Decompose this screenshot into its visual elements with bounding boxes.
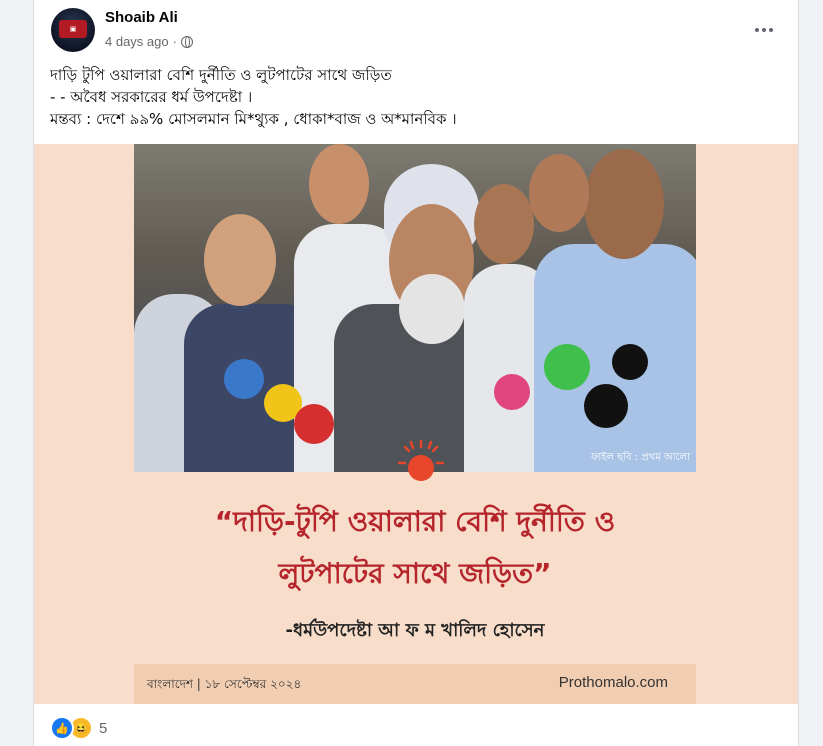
- post-header: ▣ Shoaib Ali 4 days ago ·: [34, 0, 798, 60]
- sun-logo-icon: [397, 439, 445, 481]
- reactions-summary[interactable]: 👍 😆 5: [50, 716, 107, 740]
- like-icon: 👍: [50, 716, 74, 740]
- post-text-line: মন্তব্য : দেশে ৯৯% মোসলমান মি*থ্যুক , ধো…: [50, 110, 457, 128]
- reaction-count: 5: [99, 719, 108, 737]
- post-timestamp[interactable]: 4 days ago: [105, 34, 169, 49]
- post-text-line: দাড়ি টুপি ওয়ালারা বেশি দুর্নীতি ও লুটপ…: [50, 66, 392, 84]
- image-footer-source: Prothomalo.com: [558, 674, 668, 691]
- photo-credit: ফাইল ছবি : প্রথম আলো: [591, 452, 690, 463]
- news-photo: ফাইল ছবি : প্রথম আলো: [134, 144, 696, 472]
- avatar-logo: ▣: [59, 20, 87, 38]
- post-meta: 4 days ago ·: [105, 34, 193, 49]
- author-name[interactable]: Shoaib Ali: [105, 9, 178, 26]
- quote-line: লুটপাটের সাথে জড়িত”: [278, 557, 552, 590]
- post-image[interactable]: ফাইল ছবি : প্রথম আলো “দাড়ি-টুপি ওয়ালার…: [34, 144, 798, 704]
- post-text: দাড়ি টুপি ওয়ালারা বেশি দুর্নীতি ও লুটপ…: [50, 64, 780, 130]
- post-text-line: - - অবৈধ সরকারের ধর্ম উপদেষ্টা ।: [50, 88, 253, 106]
- meta-separator: ·: [172, 34, 177, 49]
- more-horizontal-icon: [755, 28, 759, 32]
- image-footer-date: বাংলাদেশ | ১৮ সেপ্টেম্বর ২০২৪: [147, 677, 302, 691]
- globe-icon[interactable]: [180, 35, 193, 48]
- image-footer: বাংলাদেশ | ১৮ সেপ্টেম্বর ২০২৪ Prothomalo…: [134, 664, 696, 704]
- quote-text: “দাড়ি-টুপি ওয়ালারা বেশি দুর্নীতি ও লুট…: [134, 496, 696, 600]
- quote-line: “দাড়ি-টুপি ওয়ালারা বেশি দুর্নীতি ও: [214, 505, 616, 538]
- more-options-button[interactable]: [750, 16, 778, 44]
- quote-attribution: -ধর্মউপদেষ্টা আ ফ ম খালিদ হোসেন: [285, 620, 545, 641]
- avatar[interactable]: ▣: [51, 8, 95, 52]
- post-card: ▣ Shoaib Ali 4 days ago · দাড়ি টুপি ওয়…: [33, 0, 799, 746]
